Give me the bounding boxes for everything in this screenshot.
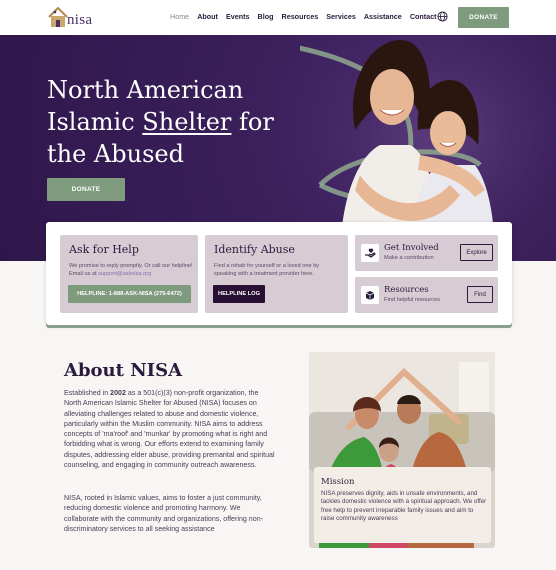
- resources-card: Resources Find helpful resources Find: [355, 277, 498, 313]
- identify-abuse-card: Identify Abuse Find a rehab for yourself…: [205, 235, 348, 313]
- mission-card: Mission NISA preserves dignity, aids in …: [314, 467, 491, 543]
- nav-services[interactable]: Services: [326, 12, 356, 21]
- ask-for-help-card: Ask for Help We promise to reply promptl…: [60, 235, 198, 313]
- globe-icon[interactable]: [437, 11, 448, 22]
- donate-button-hero[interactable]: DONATE: [47, 178, 125, 201]
- hand-heart-icon: [361, 244, 379, 262]
- find-button[interactable]: Find: [467, 286, 493, 303]
- hero-heading: North American Islamic Shelter for the A…: [47, 74, 307, 170]
- nav-assistance[interactable]: Assistance: [364, 12, 402, 21]
- hero-heading-line1: North American: [47, 76, 244, 104]
- nav-events[interactable]: Events: [226, 12, 250, 21]
- ask-for-help-description: We promise to reply promptly. Or call ou…: [69, 262, 193, 278]
- about-paragraph-1: Established in 2002 as a 501(c)(3) non-p…: [64, 388, 276, 470]
- nav-home[interactable]: Home: [170, 12, 189, 21]
- ask-for-help-title: Ask for Help: [69, 243, 139, 256]
- identify-abuse-description: Find a rehab for yourself or a loved one…: [214, 263, 320, 277]
- hero-heading-line3: the Abused: [47, 140, 184, 168]
- identify-abuse-title: Identify Abuse: [214, 243, 295, 256]
- resources-title: Resources: [384, 285, 429, 295]
- donate-button-header[interactable]: DONATE: [458, 7, 509, 28]
- nisa-logo[interactable]: nisa: [47, 5, 95, 31]
- get-involved-card: Get Involved Make a contribution Explore: [355, 235, 498, 271]
- mission-text: NISA preserves dignity, aids in unsafe e…: [321, 490, 487, 522]
- helpline-log-button[interactable]: HELPLINE LOG: [213, 285, 265, 303]
- help-cards-panel: Ask for Help We promise to reply promptl…: [46, 222, 512, 325]
- nav-resources[interactable]: Resources: [282, 12, 319, 21]
- get-involved-subtitle: Make a contribution: [384, 255, 434, 261]
- helpline-button[interactable]: HELPLINE: 1-888-ASK-NISA (275-6472): [68, 285, 191, 303]
- nav-contact[interactable]: Contact: [410, 12, 437, 21]
- hero-heading-line2: Islamic Shelter for: [47, 106, 307, 138]
- house-logo-icon: [48, 6, 68, 27]
- about-title: About NISA: [64, 360, 183, 381]
- resources-subtitle: Find helpful resources: [384, 297, 440, 303]
- mission-title: Mission: [321, 477, 355, 487]
- about-p1-year: 2002: [110, 389, 126, 397]
- about-p1-pre: Established in: [64, 389, 111, 397]
- main-menu: Home About Events Blog Resources Service…: [170, 12, 445, 21]
- about-p1-post: as a 501(c)(3) non-profit organization, …: [64, 389, 275, 470]
- nav-about[interactable]: About: [197, 12, 218, 21]
- box-icon: [361, 286, 379, 304]
- top-navigation: nisa Home About Events Blog Resources Se…: [0, 0, 556, 35]
- get-involved-title: Get Involved: [384, 243, 439, 253]
- explore-button[interactable]: Explore: [460, 244, 493, 261]
- hero-heading-underlined: Shelter: [142, 108, 232, 136]
- hero-heading-pre: Islamic: [47, 108, 143, 136]
- logo-wordmark: nisa: [67, 12, 93, 28]
- about-paragraph-2: NISA, rooted in Islamic values, aims to …: [64, 494, 264, 533]
- nav-blog[interactable]: Blog: [258, 12, 274, 21]
- support-email-link[interactable]: support@askniza.org: [98, 271, 151, 277]
- hero-heading-post: for: [231, 108, 274, 136]
